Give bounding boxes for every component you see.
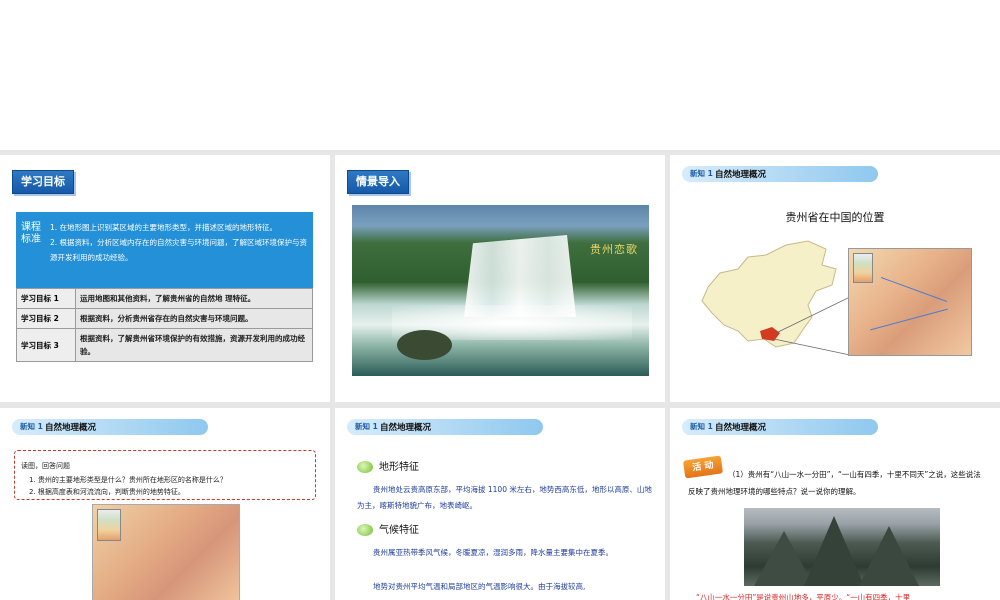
question-item: 2. 根据高度表和河流流向，判断贵州的地势特征。 xyxy=(29,488,185,496)
climate-paragraph-2: 地势对贵州平均气温和局部地区的气温影响很大。由于海拔较高, xyxy=(373,582,586,591)
section-label: 自然地理概况 xyxy=(715,170,767,180)
section-label: 自然地理概况 xyxy=(715,423,767,433)
answer-text: “八山一水一分田”是说贵州山地多，平原少。“一山有四季，十里 xyxy=(696,593,911,600)
section-bar: 新知 1 自然地理概况 xyxy=(682,419,878,435)
river-line xyxy=(880,277,948,302)
goal-value: 根据资料，分析贵州省存在的自然灾害与环境问题。 xyxy=(75,308,313,329)
section-bar: 新知 1 自然地理概况 xyxy=(682,166,878,182)
question-instruction: 读图，回答问题 xyxy=(21,462,70,470)
guizhou-topographic-map xyxy=(92,504,240,600)
bullet-icon xyxy=(357,461,373,473)
section-label: 自然地理概况 xyxy=(45,423,97,433)
question-box: 读图，回答问题 1. 贵州的主要地形类型是什么？贵州所在地形区的名称是什么？ 2… xyxy=(14,450,316,500)
photo-title: 贵州恋歌 xyxy=(590,243,638,256)
map-legend xyxy=(853,253,873,283)
learning-goals-table: 学习目标 1 运用地图和其他资料，了解贵州省的自然地 理特征。 学习目标 2 根… xyxy=(16,288,313,362)
section-heading: 地形特征 xyxy=(357,458,419,473)
slide-thumbnail-3[interactable]: 新知 1 自然地理概况 贵州省在中国的位置 xyxy=(670,155,1000,402)
map-legend xyxy=(97,509,121,541)
karst-mountain-photo xyxy=(744,508,940,586)
section-prefix: 新知 1 xyxy=(355,422,378,431)
table-row: 学习目标 1 运用地图和其他资料，了解贵州省的自然地 理特征。 xyxy=(16,288,313,309)
top-blank-area xyxy=(0,0,1000,150)
slide-thumbnail-1[interactable]: 学习目标 课程标准 1. 在地形图上识别某区域的主要地形类型，并描述区域的地形特… xyxy=(0,155,330,402)
terrain-paragraph: 贵州地处云贵高原东部，平均海拔 1100 米左右，地势西高东低，地形以高原、山地… xyxy=(357,485,652,510)
goal-key: 学习目标 3 xyxy=(16,328,76,362)
china-map xyxy=(701,240,850,356)
slide-thumbnail-5[interactable]: 新知 1 自然地理概况 地形特征 贵州地处云贵高原东部，平均海拔 1100 米左… xyxy=(335,408,665,600)
peak-shape xyxy=(859,526,919,586)
slide-thumbnail-4[interactable]: 新知 1 自然地理概况 读图，回答问题 1. 贵州的主要地形类型是什么？贵州所在… xyxy=(0,408,330,600)
standard-item: 1. 在地形图上识别某区域的主要地形类型，并描述区域的地形特征。 xyxy=(50,223,278,232)
section-title: 地形特征 xyxy=(379,462,419,473)
section-label: 自然地理概况 xyxy=(380,423,432,433)
map-title: 贵州省在中国的位置 xyxy=(785,211,885,224)
table-row: 学习目标 2 根据资料，分析贵州省存在的自然灾害与环境问题。 xyxy=(16,308,313,329)
slide-tag: 情景导入 xyxy=(347,170,409,194)
goal-key: 学习目标 2 xyxy=(16,308,76,329)
section-title: 气候特征 xyxy=(379,525,419,536)
course-standard-text: 1. 在地形图上识别某区域的主要地形类型，并描述区域的地形特征。 2. 根据资料… xyxy=(50,220,308,265)
section-prefix: 新知 1 xyxy=(20,422,43,431)
standard-item: 2. 根据资料，分析区域内存在的自然灾害与环境问题，了解区域环境保护与资源开发利… xyxy=(50,238,308,262)
table-row: 学习目标 3 根据资料，了解贵州省环境保护的有效措施，资源开发利用的成功经验。 xyxy=(16,328,313,362)
course-standard-panel: 课程标准 1. 在地形图上识别某区域的主要地形类型，并描述区域的地形特征。 2.… xyxy=(16,212,313,288)
guizhou-inset-map xyxy=(848,248,972,356)
course-standard-heading: 课程标准 xyxy=(21,222,41,245)
section-heading: 气候特征 xyxy=(357,521,419,536)
section-prefix: 新知 1 xyxy=(690,169,713,178)
river-line xyxy=(870,308,948,331)
question-item: 1. 贵州的主要地形类型是什么？贵州所在地形区的名称是什么？ xyxy=(29,476,227,484)
section-prefix: 新知 1 xyxy=(690,422,713,431)
slide-thumbnail-6[interactable]: 新知 1 自然地理概况 （1）贵州有“八山一水一分田”，“一山有四季，十里不同天… xyxy=(670,408,1000,600)
slide-tag: 学习目标 xyxy=(12,170,74,194)
section-bar: 新知 1 自然地理概况 xyxy=(347,419,543,435)
waterfall-photo: 贵州恋歌 xyxy=(352,205,649,376)
section-bar: 新知 1 自然地理概况 xyxy=(12,419,208,435)
peak-shape xyxy=(804,516,864,586)
activity-question: （1）贵州有“八山一水一分田”，“一山有四季，十里不同天”之说，这些说法反映了贵… xyxy=(688,470,981,496)
climate-paragraph: 贵州属亚热带季风气候，冬暖夏凉，湿润多雨，降水量主要集中在夏季。 xyxy=(373,548,613,557)
goal-value: 根据资料，了解贵州省环境保护的有效措施，资源开发利用的成功经验。 xyxy=(75,328,313,362)
goal-value: 运用地图和其他资料，了解贵州省的自然地 理特征。 xyxy=(75,288,313,309)
bullet-icon xyxy=(357,524,373,536)
slide-thumbnail-2[interactable]: 情景导入 贵州恋歌 xyxy=(335,155,665,402)
goal-key: 学习目标 1 xyxy=(16,288,76,309)
rock-shape xyxy=(397,330,452,360)
